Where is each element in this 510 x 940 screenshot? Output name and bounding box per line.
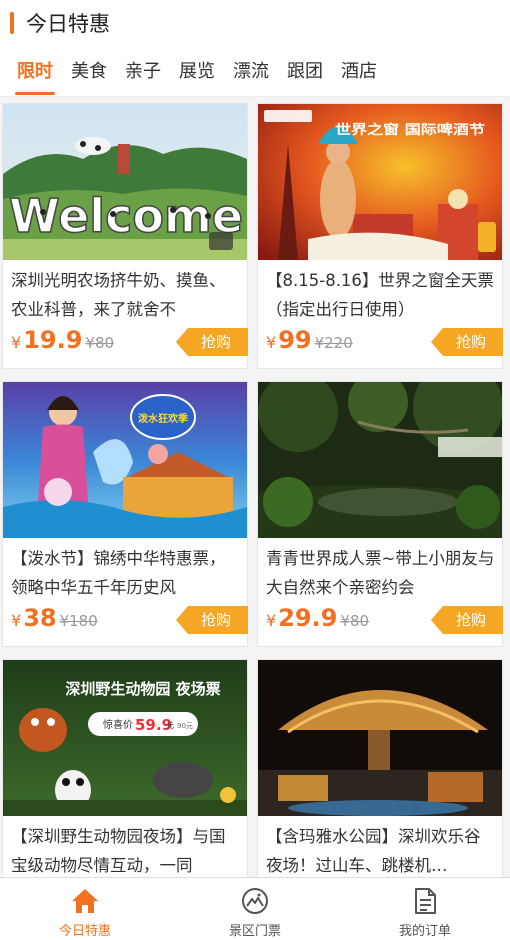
page-header: 今日特惠	[0, 0, 510, 45]
deal-price: 99	[278, 326, 312, 354]
home-icon	[72, 889, 98, 913]
deal-card[interactable]: 世界之窗 国际啤酒节 【8.15-8.16】世界之窗全天票（指定出行日使用） ¥…	[257, 103, 503, 369]
currency-symbol: ¥	[11, 333, 22, 352]
tab-limited-time[interactable]: 限时	[15, 45, 55, 97]
tabbar-label: 今日特惠	[58, 924, 111, 939]
tabbar-label: 我的订单	[398, 924, 451, 939]
buy-button[interactable]: 抢购	[176, 328, 248, 356]
buy-button[interactable]: 抢购	[176, 606, 248, 634]
original-price: ¥220	[314, 334, 353, 352]
original-price: ¥80	[340, 612, 370, 630]
category-tabs: 限时 美食 亲子 展览 漂流 跟团 酒店	[0, 45, 510, 97]
poster-price-label: 惊喜价	[103, 718, 133, 731]
currency-symbol: ¥	[266, 611, 277, 630]
deal-title: 【泼水节】锦绣中华特惠票，领略中华五千年历史风	[11, 549, 226, 597]
tab-rafting[interactable]: 漂流	[233, 45, 269, 97]
deal-image-water-festival: 泼水狂欢季	[3, 382, 247, 538]
deal-image-forest-bridge	[258, 382, 502, 538]
buy-button[interactable]: 抢购	[431, 606, 503, 634]
price-row: ¥ 38 ¥180	[11, 604, 98, 632]
deal-title: 【深圳野生动物园夜场】与国宝级动物尽情互动，一同	[11, 827, 226, 875]
deal-card[interactable]: 青青世界成人票~带上小朋友与大自然来个亲密约会 ¥ 29.9 ¥80 抢购	[257, 381, 503, 647]
deal-grid: Welcome 深圳光明农场挤牛奶、摸鱼、农业科普，来了就舍不 ¥ 19.9 ¥…	[0, 97, 510, 877]
buy-button[interactable]: 抢购	[431, 328, 503, 356]
deal-image-night-zoo: 深圳野生动物园 夜场票 惊喜价 59.9 元 90元	[3, 660, 247, 816]
poster-text: 深圳野生动物园 夜场票	[65, 680, 220, 698]
deal-price: 19.9	[23, 326, 83, 354]
header-accent-bar	[10, 11, 14, 34]
tab-exhibition[interactable]: 展览	[179, 45, 215, 97]
deal-image-farm: Welcome	[3, 104, 247, 260]
deal-card[interactable]: 【含玛雅水公园】深圳欢乐谷夜场！过山车、跳楼机…	[257, 659, 503, 877]
deal-card[interactable]: Welcome 深圳光明农场挤牛奶、摸鱼、农业科普，来了就舍不 ¥ 19.9 ¥…	[2, 103, 248, 369]
deal-title: 青青世界成人票~带上小朋友与大自然来个亲密约会	[266, 549, 495, 597]
poster-text: 泼水狂欢季	[138, 412, 189, 425]
poster-text: 世界之窗 国际啤酒节	[335, 122, 485, 138]
tab-hotel[interactable]: 酒店	[341, 45, 377, 97]
deal-image-thatched-pavilion	[258, 660, 502, 816]
price-row: ¥ 19.9 ¥80	[11, 326, 114, 354]
deal-image-beer-festival: 世界之窗 国际啤酒节	[258, 104, 502, 260]
deal-card[interactable]: 泼水狂欢季 【泼水节】锦绣中华特惠票，领略中华五千年历史风 ¥ 38 ¥180 …	[2, 381, 248, 647]
bottom-tab-bar: 今日特惠 景区门票 我的订单	[0, 877, 510, 940]
tab-food[interactable]: 美食	[71, 45, 107, 97]
deal-title: 【8.15-8.16】世界之窗全天票（指定出行日使用）	[266, 271, 494, 319]
tabbar-item-deals[interactable]: 今日特惠	[0, 878, 170, 940]
currency-symbol: ¥	[11, 611, 22, 630]
page-title: 今日特惠	[26, 11, 110, 36]
deal-title: 【含玛雅水公园】深圳欢乐谷夜场！过山车、跳楼机…	[266, 827, 481, 875]
price-row: ¥ 99 ¥220	[266, 326, 353, 354]
tabbar-label: 景区门票	[228, 924, 281, 939]
tab-family[interactable]: 亲子	[125, 45, 161, 97]
app-root: 今日特惠 限时 美食 亲子 展览 漂流 跟团 酒店 Welcome 深圳光明农场…	[0, 0, 510, 940]
original-price: ¥80	[85, 334, 115, 352]
mountain-ticket-icon	[242, 888, 268, 914]
tabbar-item-orders[interactable]: 我的订单	[340, 878, 510, 940]
deal-price: 29.9	[278, 604, 338, 632]
price-row: ¥ 29.9 ¥80	[266, 604, 369, 632]
deal-title: 深圳光明农场挤牛奶、摸鱼、农业科普，来了就舍不	[11, 271, 226, 319]
currency-symbol: ¥	[266, 333, 277, 352]
deal-card[interactable]: 深圳野生动物园 夜场票 惊喜价 59.9 元 90元 【深圳野生动物园夜场】与国…	[2, 659, 248, 877]
deal-price: 38	[23, 604, 57, 632]
poster-orig-price: 90元	[177, 722, 193, 730]
order-list-icon	[415, 888, 436, 914]
tab-tour-group[interactable]: 跟团	[287, 45, 323, 97]
tabbar-item-tickets[interactable]: 景区门票	[170, 878, 340, 940]
original-price: ¥180	[59, 612, 98, 630]
poster-price-unit: 元	[166, 721, 174, 730]
